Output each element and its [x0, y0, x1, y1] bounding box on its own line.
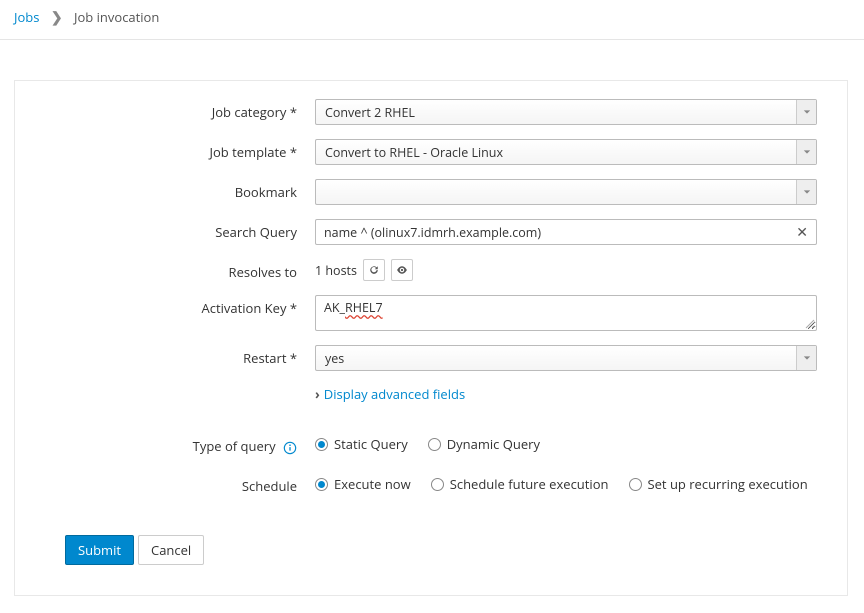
radio-execute-now[interactable]: Execute now — [315, 475, 411, 493]
restart-select[interactable]: yes — [315, 345, 817, 371]
radio-label: Dynamic Query — [447, 435, 540, 453]
search-query-input[interactable]: name ^ (olinux7.idmrh.example.com) ✕ — [315, 219, 817, 245]
job-category-value: Convert 2 RHEL — [316, 100, 796, 124]
advanced-toggle-label: Display advanced fields — [324, 385, 465, 403]
search-query-label: Search Query — [15, 219, 315, 241]
activation-key-suffix: RHEL7 — [345, 299, 383, 316]
breadcrumb: Jobs ❯ Job invocation — [0, 0, 864, 40]
dropdown-arrow-icon — [796, 140, 816, 164]
bookmark-value — [316, 180, 796, 204]
radio-label: Schedule future execution — [450, 475, 609, 493]
schedule-group: Execute now Schedule future execution Se… — [315, 473, 817, 493]
radio-icon — [431, 478, 444, 491]
dropdown-arrow-icon — [796, 180, 816, 204]
radio-label: Set up recurring execution — [648, 475, 808, 493]
activation-key-label: Activation Key * — [15, 295, 315, 317]
type-of-query-group: Static Query Dynamic Query — [315, 433, 817, 453]
job-template-label: Job template * — [15, 139, 315, 161]
radio-recurring[interactable]: Set up recurring execution — [629, 475, 808, 493]
breadcrumb-current: Job invocation — [74, 8, 159, 26]
job-category-select[interactable]: Convert 2 RHEL — [315, 99, 817, 125]
chevron-right-icon: › — [315, 385, 320, 403]
dropdown-arrow-icon — [796, 346, 816, 370]
restart-value: yes — [316, 346, 796, 370]
radio-static-query[interactable]: Static Query — [315, 435, 408, 453]
type-of-query-label: Type of query — [15, 433, 315, 455]
radio-label: Static Query — [334, 435, 408, 453]
eye-icon — [396, 264, 408, 276]
preview-button[interactable] — [391, 259, 413, 281]
activation-key-input[interactable]: AK_RHEL7 — [315, 295, 817, 331]
bookmark-select[interactable] — [315, 179, 817, 205]
activation-key-prefix: AK_ — [324, 299, 345, 316]
radio-schedule-future[interactable]: Schedule future execution — [431, 475, 609, 493]
job-invocation-form: Job category * Convert 2 RHEL Job templa… — [14, 80, 848, 596]
radio-icon — [629, 478, 642, 491]
info-icon[interactable] — [283, 441, 297, 455]
radio-icon — [315, 478, 328, 491]
submit-button[interactable]: Submit — [65, 535, 134, 565]
resize-handle-icon — [805, 319, 815, 329]
refresh-button[interactable] — [363, 259, 385, 281]
search-query-value: name ^ (olinux7.idmrh.example.com) — [324, 224, 796, 241]
resolves-to-label: Resolves to — [15, 259, 315, 281]
radio-label: Execute now — [334, 475, 411, 493]
radio-dynamic-query[interactable]: Dynamic Query — [428, 435, 540, 453]
radio-icon — [315, 438, 328, 451]
clear-search-icon[interactable]: ✕ — [796, 223, 808, 242]
radio-icon — [428, 438, 441, 451]
job-template-select[interactable]: Convert to RHEL - Oracle Linux — [315, 139, 817, 165]
bookmark-label: Bookmark — [15, 179, 315, 201]
job-template-value: Convert to RHEL - Oracle Linux — [316, 140, 796, 164]
schedule-label: Schedule — [15, 473, 315, 495]
refresh-icon — [368, 264, 380, 276]
dropdown-arrow-icon — [796, 100, 816, 124]
breadcrumb-root-link[interactable]: Jobs — [14, 8, 39, 26]
cancel-button[interactable]: Cancel — [138, 535, 204, 565]
restart-label: Restart * — [15, 345, 315, 367]
advanced-fields-toggle[interactable]: ›Display advanced fields — [315, 385, 465, 403]
resolves-to-value: 1 hosts — [315, 262, 357, 279]
job-category-label: Job category * — [15, 99, 315, 121]
chevron-right-icon: ❯ — [51, 8, 63, 27]
